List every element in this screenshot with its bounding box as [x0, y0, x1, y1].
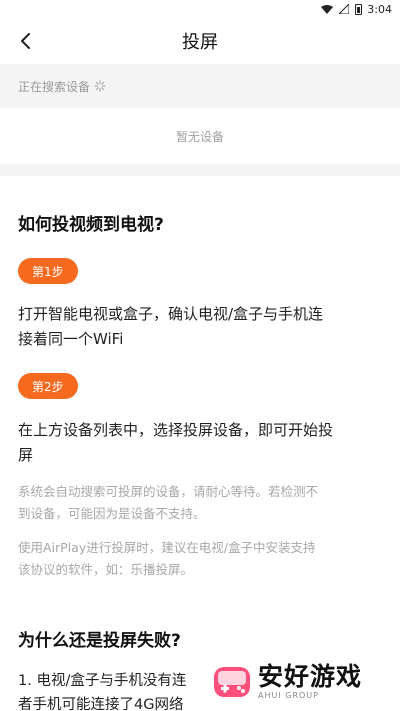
status-bar: 3:04: [0, 0, 400, 18]
step-text-1: 打开智能电视或盒子，确认电视/盒子与手机连 接着同一个WiFi: [18, 302, 382, 352]
step-2-line-2: 屏: [18, 446, 34, 464]
signal-icon: [339, 4, 350, 14]
note-1: 系统会自动搜索可投屏的设备，请耐心等待。若检测不 到设备，可能因为是设备不支持。: [18, 481, 382, 525]
note-1-line-1: 系统会自动搜索可投屏的设备，请耐心等待。若检测不: [18, 484, 319, 499]
battery-icon: [355, 3, 363, 15]
fail-title: 为什么还是投屏失败?: [18, 631, 181, 651]
gamepad-logo-icon: [214, 667, 250, 697]
note-2-line-1: 使用AirPlay进行投屏时，建议在电视/盒子中安装支持: [18, 540, 316, 555]
note-2-line-2: 该协议的软件，如：乐播投屏。: [18, 562, 194, 577]
chevron-left-icon: [21, 33, 30, 49]
step-1-line-1: 打开智能电视或盒子，确认电视/盒子与手机连: [18, 305, 324, 323]
device-list-empty: 暂无设备: [0, 108, 400, 164]
watermark: 安好游戏 AHUI GROUP: [212, 655, 388, 707]
search-status-text: 正在搜索设备: [18, 79, 91, 94]
note-2: 使用AirPlay进行投屏时，建议在电视/盒子中安装支持 该协议的软件，如：乐播…: [18, 537, 382, 581]
step-text-2: 在上方设备列表中，选择投屏设备，即可开始投 屏: [18, 418, 382, 468]
empty-text: 暂无设备: [175, 129, 224, 144]
help-title: 如何投视频到电视?: [18, 215, 164, 235]
step-badge-2: 第2步: [18, 373, 78, 399]
watermark-subtitle: AHUI GROUP: [258, 690, 319, 700]
note-1-line-2: 到设备，可能因为是设备不支持。: [18, 506, 206, 521]
app-header: 投屏: [0, 18, 400, 64]
page-title: 投屏: [182, 32, 218, 53]
step-2-line-1: 在上方设备列表中，选择投屏设备，即可开始投: [18, 421, 334, 439]
back-button[interactable]: [14, 29, 38, 53]
step-badge-1: 第1步: [18, 258, 78, 284]
spinner-icon: [94, 80, 106, 92]
watermark-title: 安好游戏: [258, 661, 363, 691]
search-status: 正在搜索设备: [0, 64, 400, 108]
help-section: 如何投视频到电视? 第1步 打开智能电视或盒子，确认电视/盒子与手机连 接着同一…: [0, 176, 400, 711]
wifi-icon: [321, 4, 334, 14]
step-1-line-2: 接着同一个WiFi: [18, 330, 124, 348]
status-time: 3:04: [367, 2, 392, 16]
